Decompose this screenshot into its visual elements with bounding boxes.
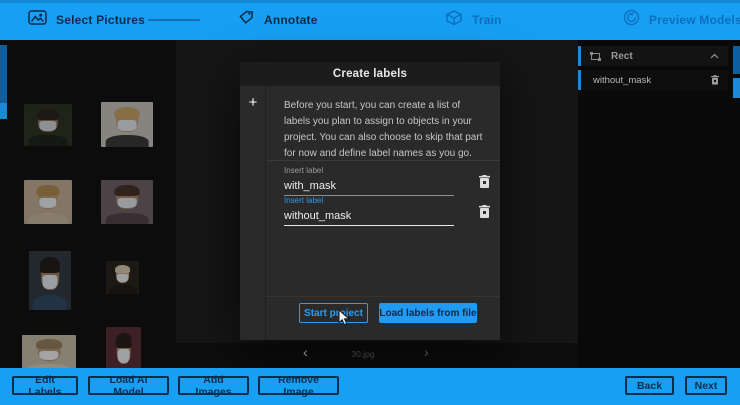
- remove-image-button[interactable]: Remove Image: [258, 376, 339, 395]
- step-label: Train: [472, 13, 502, 27]
- next-image-arrow[interactable]: ›: [424, 345, 429, 359]
- delete-label-icon[interactable]: [711, 75, 719, 85]
- step-preview-models[interactable]: Preview Models: [623, 0, 740, 40]
- image-thumbnail[interactable]: [101, 102, 153, 147]
- previous-image-arrow[interactable]: ‹: [303, 345, 308, 359]
- label-list-item[interactable]: without_mask: [578, 70, 728, 90]
- add-label-button[interactable]: +: [240, 93, 266, 113]
- image-thumbnail[interactable]: [24, 104, 72, 146]
- next-button[interactable]: Next: [685, 376, 727, 395]
- step-divider: [148, 19, 200, 21]
- top-step-bar: Select Pictures Annotate Train: [0, 0, 740, 40]
- dialog-body: + Before you start, you can create a lis…: [240, 86, 500, 340]
- current-filename: 30.jpg: [333, 349, 393, 359]
- annotation-app: Select Pictures Annotate Train: [0, 0, 740, 405]
- delete-field-icon[interactable]: [479, 205, 490, 218]
- pictures-icon: [28, 10, 47, 30]
- dialog-title: Create labels: [240, 62, 500, 86]
- shape-type-label: Rect: [611, 51, 633, 62]
- label-input[interactable]: [284, 179, 454, 196]
- masked-person-photo: [29, 251, 71, 310]
- image-thumbnail[interactable]: [106, 261, 139, 294]
- step-train[interactable]: Train: [445, 0, 502, 40]
- bounding-box-icon: [590, 52, 601, 61]
- image-list-panel: [0, 40, 176, 368]
- masked-person-photo: [106, 261, 139, 294]
- masked-person-photo: [24, 180, 72, 224]
- edit-labels-button[interactable]: Edit Labels: [12, 376, 78, 395]
- tag-icon: [238, 9, 255, 31]
- masked-person-photo: [101, 180, 153, 224]
- chevron-up-icon[interactable]: [710, 53, 719, 59]
- labels-panel-header[interactable]: Rect: [578, 46, 728, 66]
- step-annotate[interactable]: Annotate: [238, 0, 318, 40]
- step-label: Select Pictures: [56, 13, 145, 27]
- load-ai-model-button[interactable]: Load AI Model: [88, 376, 169, 395]
- image-thumbnail[interactable]: [101, 180, 153, 224]
- insert-label-caption: Insert label: [284, 196, 454, 205]
- label-name: without_mask: [593, 75, 651, 86]
- delete-field-icon[interactable]: [479, 175, 490, 188]
- image-thumbnail[interactable]: [29, 251, 71, 310]
- create-labels-dialog: Create labels + Before you start, you ca…: [240, 62, 500, 340]
- preview-icon: [623, 9, 640, 31]
- divider: [266, 296, 500, 297]
- label-field: Insert label: [284, 166, 454, 196]
- dialog-content: Before you start, you can create a list …: [266, 86, 500, 340]
- image-thumbnail[interactable]: [24, 180, 72, 224]
- left-panel-handle[interactable]: [0, 45, 7, 103]
- masked-person-photo: [101, 102, 153, 147]
- start-project-button[interactable]: Start project: [299, 303, 368, 323]
- add-images-button[interactable]: Add Images: [178, 376, 249, 395]
- insert-label-caption: Insert label: [284, 166, 454, 175]
- dialog-left-rail: +: [240, 86, 266, 340]
- cube-icon: [445, 10, 463, 31]
- label-input[interactable]: [284, 209, 454, 226]
- divider: [266, 160, 500, 161]
- step-label: Preview Models: [649, 13, 740, 27]
- right-panel-handle-accent[interactable]: [733, 78, 740, 98]
- step-select-pictures[interactable]: Select Pictures: [28, 0, 145, 40]
- back-button[interactable]: Back: [625, 376, 674, 395]
- dialog-description: Before you start, you can create a list …: [284, 98, 486, 162]
- step-label: Annotate: [264, 13, 318, 27]
- load-labels-from-file-button[interactable]: Load labels from file: [379, 303, 477, 323]
- masked-person-photo: [24, 104, 72, 146]
- right-panel-handle[interactable]: [733, 46, 740, 74]
- label-field: Insert label: [284, 196, 454, 226]
